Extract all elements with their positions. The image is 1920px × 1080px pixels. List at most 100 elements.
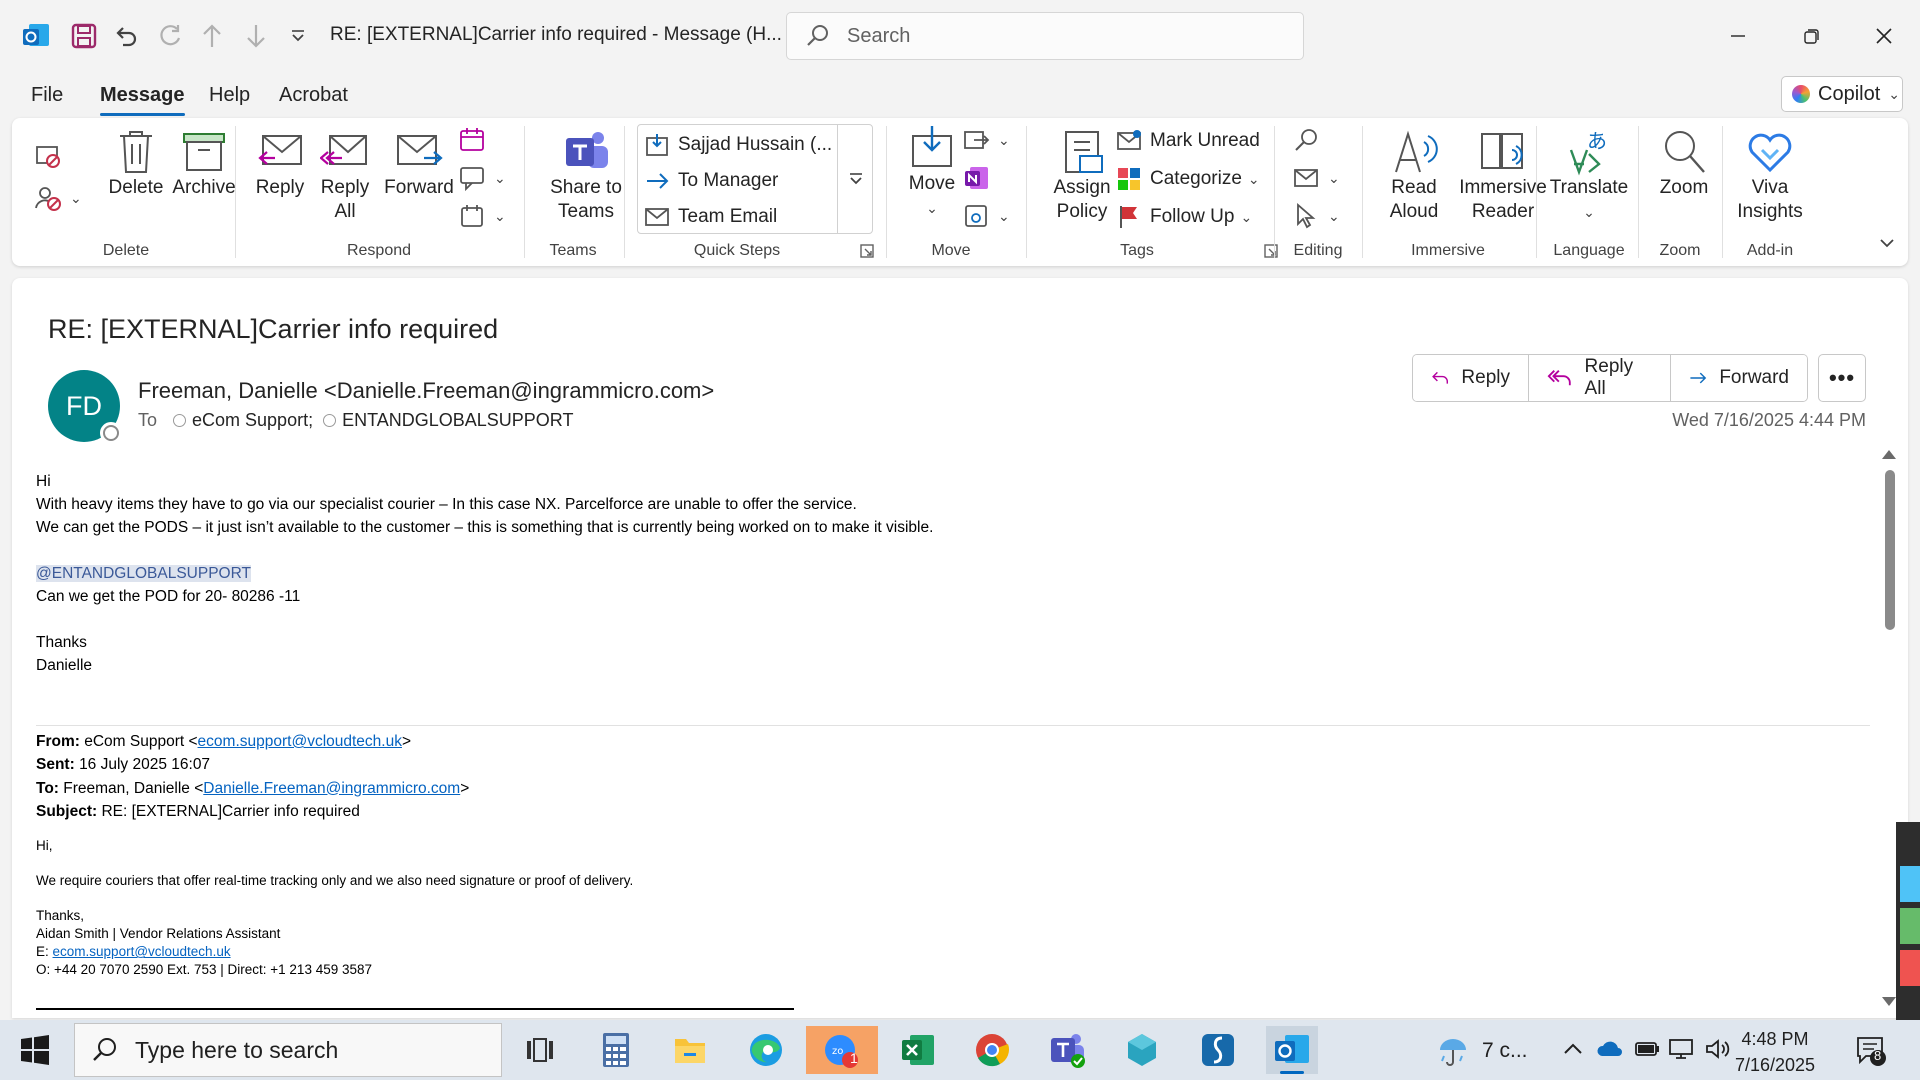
im-reply-button[interactable]: ⌄ bbox=[458, 164, 506, 192]
zoom-app-icon[interactable]: zo 1 bbox=[806, 1026, 878, 1074]
start-button[interactable] bbox=[14, 1032, 56, 1068]
assign-policy-button[interactable]: Assign Policy bbox=[1036, 128, 1128, 224]
scroll-thumb[interactable] bbox=[1885, 470, 1895, 630]
meeting-button[interactable] bbox=[458, 126, 494, 154]
side-panel-edge bbox=[1896, 822, 1920, 1022]
dialog-launcher-icon[interactable] bbox=[1264, 244, 1278, 263]
delete-icon bbox=[120, 131, 152, 173]
reply-all-button[interactable]: Reply All bbox=[312, 128, 378, 224]
side-panel-tab[interactable] bbox=[1900, 950, 1920, 986]
more-respond-icon bbox=[461, 205, 483, 227]
related-button[interactable]: ⌄ bbox=[1292, 164, 1340, 192]
mention-entandglobalsupport[interactable]: @ENTANDGLOBALSUPPORT bbox=[36, 565, 251, 582]
more-actions-button[interactable]: ••• bbox=[1818, 354, 1866, 402]
scroll-down-arrow-icon[interactable] bbox=[1882, 997, 1896, 1006]
weather-widget[interactable]: 7 c... bbox=[1436, 1034, 1528, 1068]
onenote-button[interactable] bbox=[962, 164, 998, 192]
close-button[interactable] bbox=[1864, 16, 1904, 56]
ignore-icon bbox=[36, 146, 60, 168]
copilot-button[interactable]: Copilot ⌄ bbox=[1781, 76, 1903, 112]
show-hidden-icons-chevron-icon[interactable] bbox=[1562, 1038, 1584, 1065]
side-panel-tab[interactable] bbox=[1900, 908, 1920, 944]
network-icon[interactable] bbox=[1668, 1038, 1694, 1065]
taskbar: Type here to search zo 1 7 c... 4:48 PM … bbox=[0, 1020, 1920, 1080]
zoom-button[interactable]: Zoom bbox=[1646, 128, 1722, 200]
move-button[interactable]: Move ⌄ bbox=[894, 124, 970, 220]
follow-up-button[interactable]: Follow Up ⌄ bbox=[1116, 204, 1252, 230]
volume-icon[interactable] bbox=[1704, 1038, 1730, 1065]
minimize-button[interactable] bbox=[1718, 16, 1758, 56]
signature-email-link[interactable]: ecom.support@vcloudtech.uk bbox=[53, 944, 231, 959]
customize-toolbar-chevron-icon[interactable] bbox=[278, 16, 318, 56]
taskbar-search-input[interactable]: Type here to search bbox=[74, 1023, 502, 1077]
mark-unread-button[interactable]: Mark Unread bbox=[1116, 128, 1260, 154]
previous-item-icon[interactable] bbox=[192, 16, 232, 56]
battery-icon[interactable] bbox=[1634, 1038, 1660, 1065]
next-item-icon[interactable] bbox=[236, 16, 276, 56]
edge-browser-icon[interactable] bbox=[740, 1026, 792, 1074]
task-view-icon[interactable] bbox=[514, 1026, 566, 1074]
reply-button[interactable]: Reply bbox=[248, 128, 312, 200]
scroll-up-arrow-icon[interactable] bbox=[1882, 450, 1896, 459]
tab-help[interactable]: Help bbox=[209, 84, 250, 107]
tab-file[interactable]: File bbox=[31, 84, 63, 107]
select-button[interactable]: ⌄ bbox=[1292, 202, 1340, 230]
archive-button[interactable]: Archive bbox=[164, 128, 244, 200]
restore-button[interactable] bbox=[1792, 16, 1832, 56]
quick-step-team-email[interactable]: Team Email bbox=[644, 204, 777, 230]
viva-insights-button[interactable]: Viva Insights bbox=[1730, 128, 1810, 224]
dialog-launcher-icon[interactable] bbox=[860, 244, 874, 263]
quoted-to-close: > bbox=[460, 779, 470, 797]
forward-button[interactable]: Forward bbox=[378, 128, 460, 200]
remote-app-icon[interactable] bbox=[1116, 1026, 1168, 1074]
outlook-taskbar-icon[interactable] bbox=[1266, 1026, 1318, 1074]
search-input[interactable]: Search bbox=[786, 12, 1304, 60]
system-clock[interactable]: 4:48 PM 7/16/2025 bbox=[1730, 1026, 1820, 1078]
delete-label: Delete bbox=[108, 177, 164, 198]
tab-message[interactable]: Message bbox=[100, 84, 185, 116]
flag-icon bbox=[1120, 206, 1137, 228]
quick-step-sajjad[interactable]: Sajjad Hussain (... bbox=[644, 132, 832, 158]
onedrive-icon[interactable] bbox=[1596, 1038, 1624, 1065]
group-label-language: Language bbox=[1553, 242, 1625, 259]
immersive-reader-button[interactable]: Immersive Reader bbox=[1448, 128, 1558, 224]
reply-all-action-button[interactable]: Reply All bbox=[1529, 355, 1671, 401]
quick-steps-more-button[interactable] bbox=[837, 124, 873, 234]
recipient-ecom-support[interactable]: eCom Support; bbox=[192, 410, 313, 431]
quoted-to-email-link[interactable]: Danielle.Freeman@ingrammicro.com bbox=[203, 780, 460, 797]
more-respond-button[interactable]: ⌄ bbox=[458, 202, 506, 230]
taskbar-search-placeholder: Type here to search bbox=[135, 1036, 339, 1063]
save-icon[interactable] bbox=[64, 16, 104, 56]
teams-taskbar-icon[interactable] bbox=[1042, 1026, 1094, 1074]
redo-icon[interactable] bbox=[150, 16, 190, 56]
calculator-icon[interactable] bbox=[590, 1026, 642, 1074]
tab-acrobat[interactable]: Acrobat bbox=[279, 84, 348, 107]
quoted-from-email-link[interactable]: ecom.support@vcloudtech.uk bbox=[198, 733, 402, 750]
viva-insights-label: Viva Insights bbox=[1737, 177, 1803, 222]
share-to-teams-button[interactable]: Share to Teams bbox=[534, 128, 638, 224]
reply-action-button[interactable]: Reply bbox=[1413, 355, 1529, 401]
undo-icon[interactable] bbox=[106, 16, 146, 56]
ignore-button[interactable] bbox=[34, 142, 70, 170]
find-button[interactable] bbox=[1292, 126, 1328, 154]
notification-center-button[interactable]: 8 bbox=[1854, 1034, 1888, 1073]
actions-button[interactable]: ⌄ bbox=[962, 202, 1010, 230]
quoted-subject-label: Subject: bbox=[36, 802, 98, 820]
block-sender-button[interactable]: ⌄ bbox=[34, 184, 82, 212]
side-panel-tab[interactable] bbox=[1900, 866, 1920, 902]
delete-button[interactable]: Delete bbox=[98, 128, 174, 200]
chrome-icon[interactable] bbox=[966, 1026, 1018, 1074]
script-app-icon[interactable] bbox=[1192, 1026, 1244, 1074]
file-explorer-icon[interactable] bbox=[664, 1026, 716, 1074]
quick-step-to-manager[interactable]: To Manager bbox=[644, 168, 778, 194]
excel-icon[interactable] bbox=[892, 1026, 944, 1074]
ribbon-collapse-chevron-icon[interactable] bbox=[1878, 236, 1896, 255]
to-label: To bbox=[138, 410, 158, 430]
forward-action-button[interactable]: Forward bbox=[1671, 355, 1807, 401]
translate-button[interactable]: あ Translate ⌄ bbox=[1546, 128, 1632, 224]
rules-button[interactable]: ⌄ bbox=[962, 126, 1010, 154]
sender-name[interactable]: Freeman, Danielle <Danielle.Freeman@ingr… bbox=[138, 378, 714, 404]
recipient-entandglobalsupport[interactable]: ENTANDGLOBALSUPPORT bbox=[342, 410, 573, 431]
categorize-button[interactable]: Categorize ⌄ bbox=[1116, 166, 1260, 192]
read-aloud-button[interactable]: Read Aloud bbox=[1370, 128, 1458, 224]
